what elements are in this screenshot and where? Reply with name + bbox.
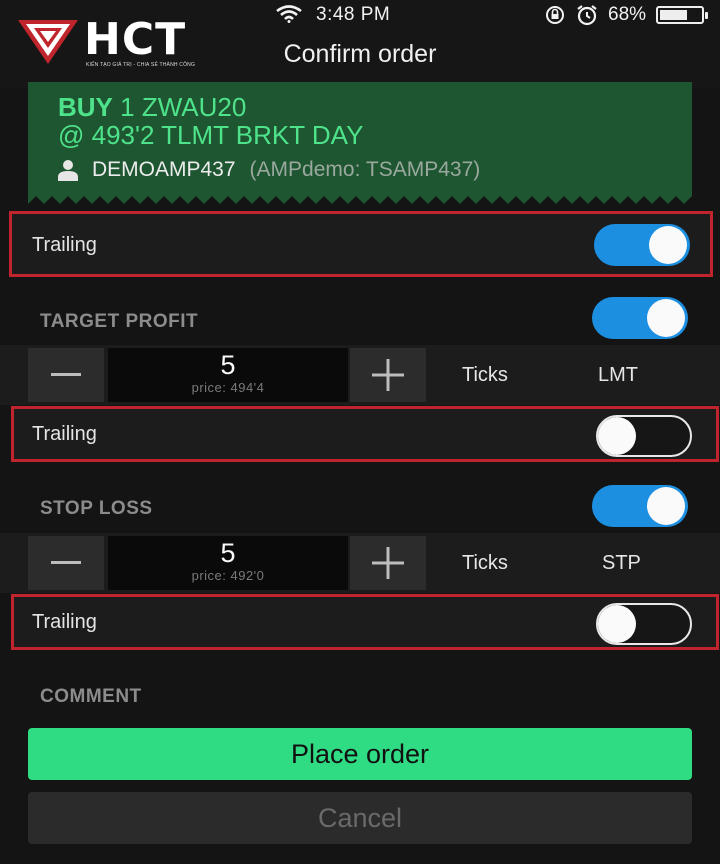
plus-icon xyxy=(372,547,404,579)
trailing-label: Trailing xyxy=(32,611,97,633)
page-title: Confirm order xyxy=(283,40,437,68)
minus-icon xyxy=(51,373,81,376)
stop-loss-order-type[interactable]: STP xyxy=(602,552,641,575)
stop-loss-ticks: 5 xyxy=(220,538,236,568)
receipt-edge xyxy=(28,194,692,204)
status-time: 3:48 PM xyxy=(316,4,391,25)
stop-loss-label: STOP LOSS xyxy=(40,498,153,519)
plus-icon xyxy=(372,359,404,391)
plus-button[interactable] xyxy=(350,536,426,590)
target-profit-toggle[interactable] xyxy=(592,297,688,339)
trailing-row-main[interactable]: Trailing xyxy=(9,211,713,277)
alarm-icon xyxy=(577,5,597,26)
battery-icon xyxy=(656,6,709,24)
stop-loss-toggle[interactable] xyxy=(592,485,688,527)
minus-button[interactable] xyxy=(28,348,104,402)
target-profit-order-type[interactable]: LMT xyxy=(598,364,638,387)
trailing-toggle-main[interactable] xyxy=(594,224,690,266)
trailing-row-target[interactable]: Trailing xyxy=(11,406,719,462)
user-icon xyxy=(58,160,78,181)
stop-loss-price: price: 492'0 xyxy=(191,568,265,583)
order-details: @ 493'2 TLMT BRKT DAY xyxy=(58,120,364,150)
comment-label[interactable]: COMMENT xyxy=(40,686,142,708)
trailing-label: Trailing xyxy=(32,423,97,445)
account-detail: (AMPdemo: TSAMP437) xyxy=(249,158,481,181)
stop-loss-stepper[interactable]: 5 price: 492'0 xyxy=(28,536,426,590)
battery-percent: 68% xyxy=(608,4,647,25)
orientation-lock-icon xyxy=(546,6,564,24)
minus-icon xyxy=(51,561,81,564)
trailing-label: Trailing xyxy=(32,234,97,256)
order-qty-symbol: 1 ZWAU20 xyxy=(120,92,247,122)
order-summary: BUY 1 ZWAU20 @ 493'2 TLMT BRKT DAY DEMOA… xyxy=(28,82,692,194)
minus-button[interactable] xyxy=(28,536,104,590)
trailing-toggle-target[interactable] xyxy=(596,415,692,457)
plus-button[interactable] xyxy=(350,348,426,402)
target-profit-price: price: 494'4 xyxy=(191,380,265,395)
order-account: DEMOAMP437 (AMPdemo: TSAMP437) xyxy=(58,158,480,182)
stop-loss-value-box[interactable]: 5 price: 492'0 xyxy=(108,536,348,590)
wifi-icon xyxy=(276,5,302,23)
place-order-button[interactable]: Place order xyxy=(28,728,692,780)
order-action: BUY xyxy=(58,92,113,122)
target-profit-label: TARGET PROFIT xyxy=(40,311,199,332)
stop-loss-unit[interactable]: Ticks xyxy=(462,552,508,575)
target-profit-value-box[interactable]: 5 price: 494'4 xyxy=(108,348,348,402)
trailing-row-stop[interactable]: Trailing xyxy=(11,594,719,650)
trailing-toggle-stop[interactable] xyxy=(596,603,692,645)
status-icons: 68% xyxy=(544,4,709,26)
account-name: DEMOAMP437 xyxy=(92,158,236,181)
cancel-button[interactable]: Cancel xyxy=(28,792,692,844)
target-profit-stepper[interactable]: 5 price: 494'4 xyxy=(28,348,426,402)
target-profit-unit[interactable]: Ticks xyxy=(462,364,508,387)
order-line-1: BUY 1 ZWAU20 xyxy=(58,92,246,123)
target-profit-ticks: 5 xyxy=(220,350,236,380)
